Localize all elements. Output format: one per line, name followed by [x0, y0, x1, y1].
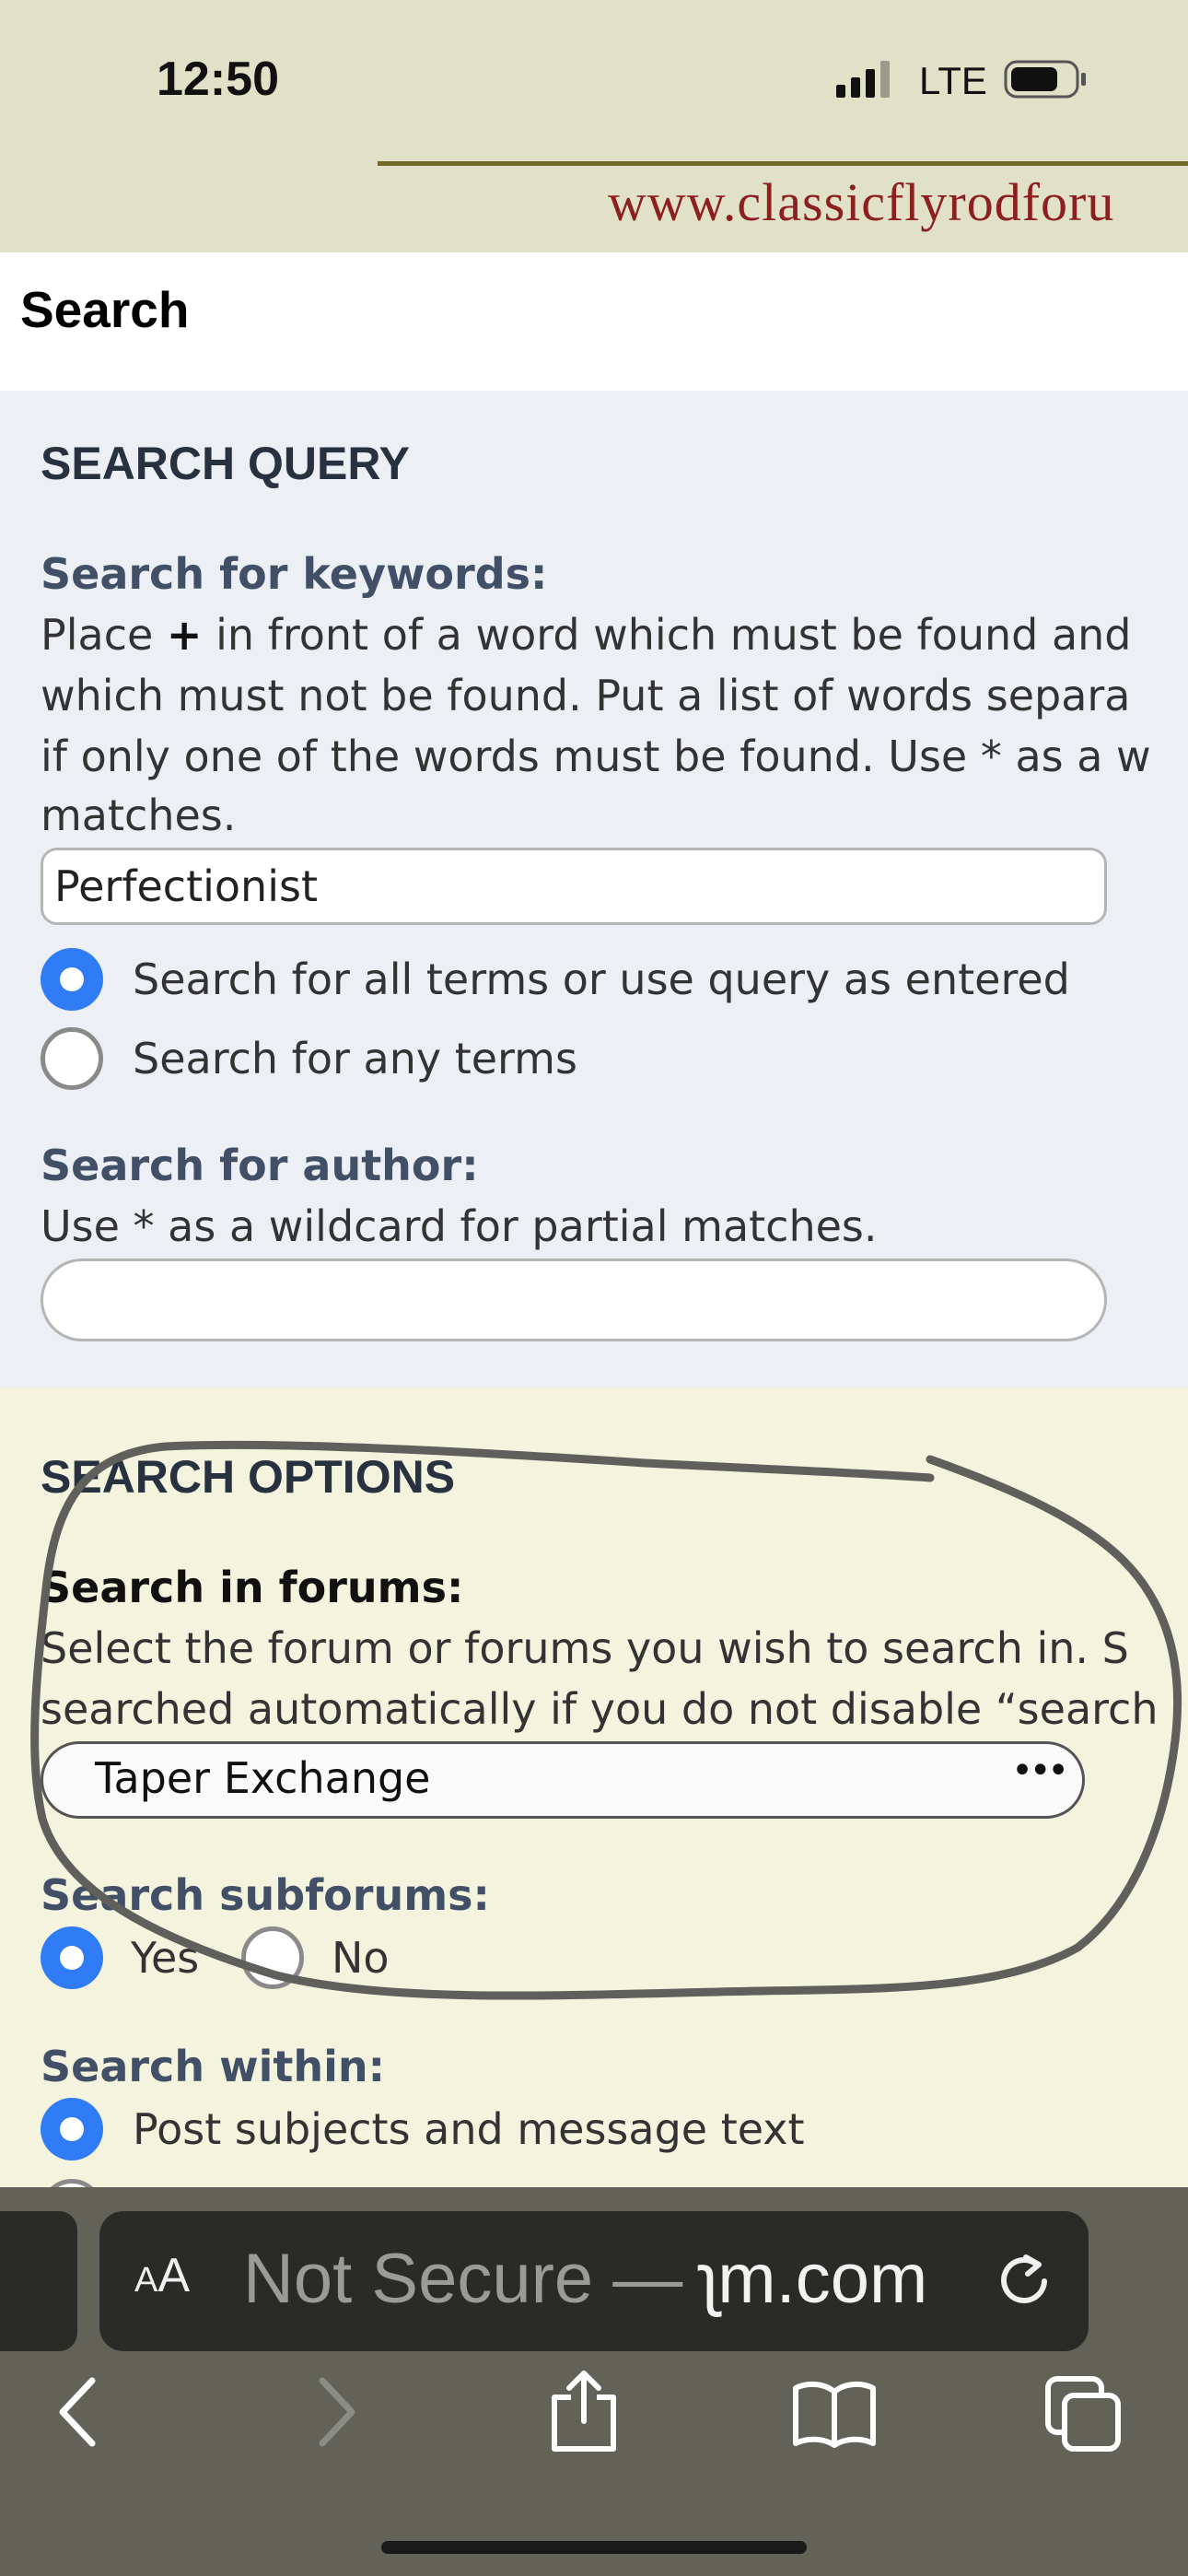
- radio-subforums-no[interactable]: No: [241, 1926, 390, 1990]
- share-icon[interactable]: [549, 2370, 619, 2453]
- forward-icon[interactable]: [313, 2375, 359, 2449]
- home-indicator[interactable]: [381, 2541, 807, 2554]
- page-header: Search: [0, 252, 1188, 391]
- radio-all-terms[interactable]: Search for all terms or use query as ent…: [41, 947, 1070, 1012]
- status-bar: 12:50 LTE www.classicflyrodforu: [0, 0, 1188, 252]
- keywords-help-line: Place + in front of a word which must be…: [41, 610, 1132, 660]
- radio-selected-icon[interactable]: [41, 948, 103, 1011]
- previous-tab-stub[interactable]: [0, 2211, 77, 2351]
- address-bar[interactable]: AA Not Secure — ʅm.com: [99, 2211, 1089, 2351]
- radio-any-terms[interactable]: Search for any terms: [41, 1026, 577, 1091]
- keywords-label: Search for keywords:: [41, 549, 548, 599]
- forum-select[interactable]: Taper Exchange •••: [41, 1741, 1085, 1819]
- author-label: Search for author:: [41, 1141, 479, 1190]
- forum-select-value: Taper Exchange: [95, 1753, 431, 1803]
- radio-subforums-yes[interactable]: Yes: [41, 1926, 199, 1990]
- network-type: LTE: [919, 59, 987, 102]
- battery-icon: [1004, 60, 1086, 99]
- address-text[interactable]: Not Secure — ʅm.com: [243, 2239, 961, 2319]
- keywords-help-line: matches.: [41, 790, 237, 840]
- radio-within-posts[interactable]: Post subjects and message text: [41, 2097, 805, 2161]
- radio-label: No: [332, 1933, 390, 1983]
- status-time: 12:50: [157, 53, 279, 106]
- section-heading-query: SEARCH QUERY: [41, 438, 410, 489]
- ellipsis-icon: •••: [1011, 1750, 1069, 1792]
- radio-selected-icon[interactable]: [41, 1926, 103, 1989]
- back-icon[interactable]: [55, 2375, 101, 2449]
- signal-bars-icon: [836, 61, 890, 98]
- author-input[interactable]: [41, 1259, 1107, 1341]
- reload-icon[interactable]: [995, 2250, 1054, 2309]
- radio-unselected-icon[interactable]: [241, 1926, 304, 1989]
- radio-label: Search for all terms or use query as ent…: [133, 954, 1070, 1004]
- banner-divider: [378, 161, 1188, 166]
- search-options-panel: SEARCH OPTIONS Search in forums: Select …: [0, 1404, 1188, 2187]
- section-heading-options: SEARCH OPTIONS: [41, 1451, 456, 1503]
- radio-label: Search for any terms: [133, 1034, 577, 1083]
- site-banner[interactable]: www.classicflyrodforu: [608, 171, 1114, 233]
- radio-label: Post subjects and message text: [133, 2104, 805, 2154]
- page-title: Search: [20, 281, 190, 338]
- radio-selected-icon[interactable]: [41, 2098, 103, 2160]
- author-help: Use * as a wildcard for partial matches.: [41, 1201, 878, 1251]
- search-query-panel: SEARCH QUERY Search for keywords: Place …: [0, 391, 1188, 1388]
- forums-label: Search in forums:: [41, 1563, 464, 1612]
- radio-unselected-icon[interactable]: [41, 2179, 103, 2187]
- forums-help-line: Select the forum or forums you wish to s…: [41, 1623, 1129, 1673]
- radio-within-next[interactable]: [41, 2178, 103, 2187]
- radio-label: Yes: [131, 1933, 200, 1983]
- reader-settings-button[interactable]: AA: [134, 2248, 190, 2303]
- bookmarks-icon[interactable]: [792, 2379, 877, 2449]
- browser-toolbar: AA Not Secure — ʅm.com: [0, 2187, 1188, 2576]
- tabs-icon[interactable]: [1044, 2375, 1124, 2454]
- keywords-input[interactable]: [41, 848, 1107, 925]
- keywords-help-line: which must not be found. Put a list of w…: [41, 671, 1131, 720]
- subforums-label: Search subforums:: [41, 1870, 490, 1920]
- forums-help-line: searched automatically if you do not dis…: [41, 1684, 1159, 1734]
- radio-unselected-icon[interactable]: [41, 1027, 103, 1090]
- keywords-help-line: if only one of the words must be found. …: [41, 732, 1151, 781]
- within-label: Search within:: [41, 2042, 385, 2091]
